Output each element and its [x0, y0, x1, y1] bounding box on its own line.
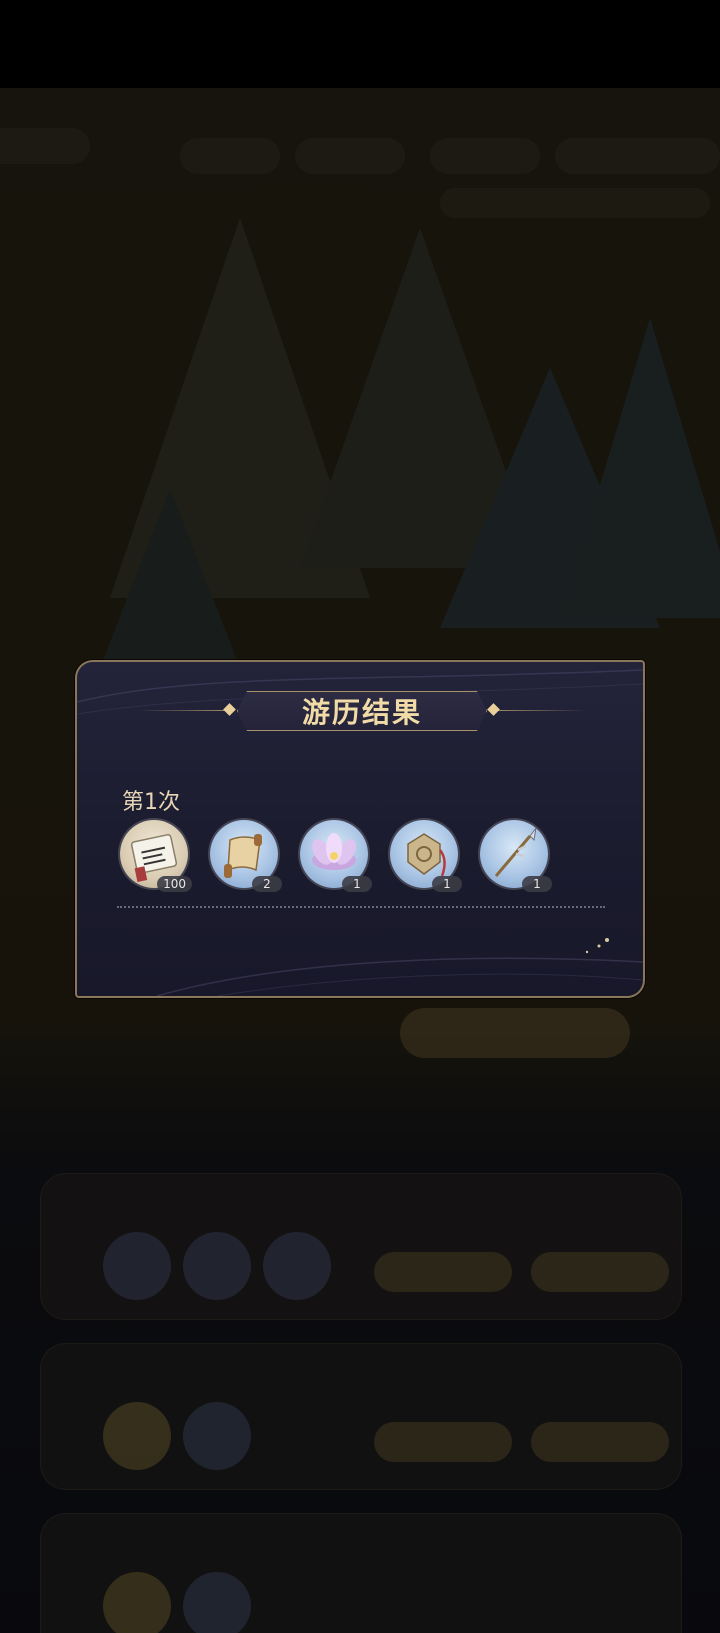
title-ornament-line: [492, 710, 587, 711]
reward-count: 1: [342, 876, 372, 892]
dialog-title: 游历结果: [301, 696, 422, 729]
reward-count: 100: [157, 876, 192, 892]
round-label: 第1次: [122, 790, 180, 815]
reward-count: 2: [252, 876, 282, 892]
title-plate: 游历结果: [237, 691, 487, 731]
reward-count: 1: [522, 876, 552, 892]
reward-item[interactable]: 100: [120, 820, 192, 892]
reward-item[interactable]: 1: [390, 820, 462, 892]
reward-count: 1: [432, 876, 462, 892]
title-ornament-line: [137, 710, 232, 711]
reward-item[interactable]: 1: [480, 820, 552, 892]
reward-item[interactable]: 2: [210, 820, 282, 892]
status-bar: [0, 0, 720, 88]
divider: [117, 906, 605, 908]
reward-item[interactable]: 1: [300, 820, 372, 892]
travel-result-dialog: 游历结果 第1次 100 2 1 1 1: [75, 660, 645, 998]
